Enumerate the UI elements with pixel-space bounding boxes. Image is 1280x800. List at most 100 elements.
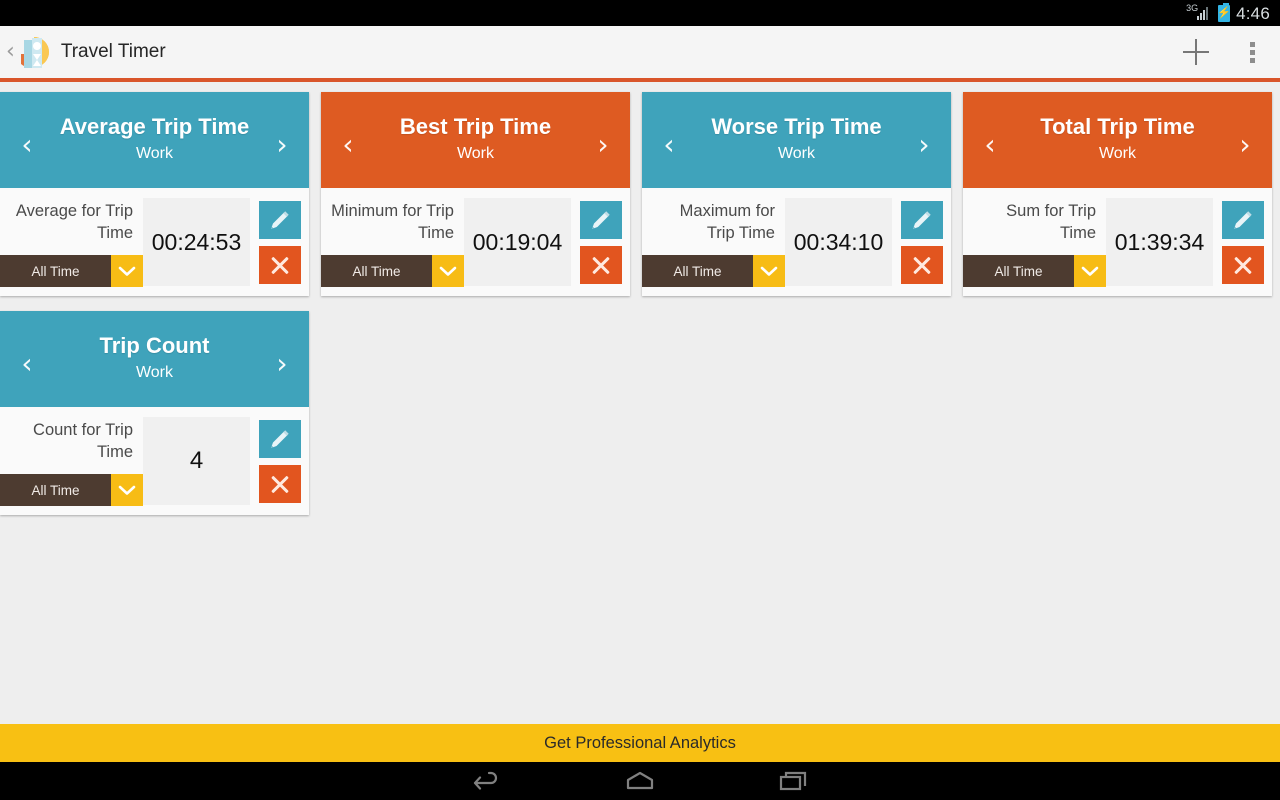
add-counter-button[interactable] — [1168, 26, 1224, 78]
card-title: Worse Trip Time — [711, 113, 882, 139]
pencil-icon — [913, 210, 931, 229]
delete-button[interactable] — [901, 245, 943, 284]
nav-back-icon[interactable] — [469, 769, 503, 798]
chevron-right-icon[interactable]: › — [590, 120, 616, 170]
card-left-column: Count for Trip Time All Time — [0, 407, 143, 515]
card-left-column: Minimum for Trip Time All Time — [321, 188, 464, 296]
edit-button[interactable] — [259, 419, 301, 458]
time-range-dropdown[interactable]: All Time — [642, 255, 785, 287]
close-x-icon — [1232, 254, 1254, 276]
edit-button[interactable] — [259, 200, 301, 239]
chevron-right-icon[interactable]: › — [269, 339, 295, 389]
counter-card[interactable]: ‹ Best Trip Time Work › Minimum for Trip… — [321, 92, 630, 296]
delete-button[interactable] — [259, 245, 301, 284]
counter-card[interactable]: ‹ Average Trip Time Work › Average for T… — [0, 92, 309, 296]
page-title: Travel Timer — [60, 41, 166, 62]
metric-value: 4 — [143, 417, 250, 505]
metric-value: 00:19:04 — [464, 198, 571, 286]
edit-button[interactable] — [1222, 200, 1264, 239]
metric-label: Maximum for Trip Time — [679, 202, 775, 242]
time-range-dropdown[interactable]: All Time — [0, 255, 143, 287]
android-status-bar: 3G ⚡ 4:46 — [0, 0, 1280, 26]
pencil-icon — [271, 210, 289, 229]
card-body: Sum for Trip Time All Time 01:39:34 — [963, 188, 1272, 296]
card-actions — [895, 188, 951, 296]
card-left-column: Sum for Trip Time All Time — [963, 188, 1106, 296]
card-subtitle: Work — [777, 144, 816, 162]
counter-card[interactable]: ‹ Trip Count Work › Count for Trip Time … — [0, 311, 309, 515]
chevron-down-icon — [111, 474, 143, 506]
overflow-menu-icon — [1249, 41, 1255, 63]
pencil-icon — [1234, 210, 1252, 229]
status-bar-clock: 4:46 — [1236, 3, 1270, 23]
signal-bars-icon: 3G — [1186, 4, 1212, 22]
metric-value: 00:24:53 — [143, 198, 250, 286]
time-range-value: All Time — [642, 255, 753, 287]
travel-timer-logo-icon[interactable] — [17, 34, 51, 70]
metric-label: Sum for Trip Time — [1006, 202, 1096, 242]
delete-button[interactable] — [580, 245, 622, 284]
chevron-left-icon[interactable]: ‹ — [14, 339, 40, 389]
chevron-right-icon[interactable]: › — [1232, 120, 1258, 170]
counter-card[interactable]: ‹ Total Trip Time Work › Sum for Trip Ti… — [963, 92, 1272, 296]
card-left-column: Maximum for Trip Time All Time — [642, 188, 785, 296]
card-subtitle: Work — [456, 144, 495, 162]
back-chevron-icon[interactable]: ‹ — [0, 41, 17, 63]
card-subtitle: Work — [1098, 144, 1137, 162]
edit-button[interactable] — [901, 200, 943, 239]
card-subtitle: Work — [135, 363, 174, 381]
promo-banner[interactable]: Get Professional Analytics — [0, 724, 1280, 762]
time-range-value: All Time — [321, 255, 432, 287]
nav-home-icon[interactable] — [623, 769, 657, 798]
card-header: ‹ Best Trip Time Work › — [321, 92, 630, 188]
card-subtitle: Work — [135, 144, 174, 162]
overflow-menu-button[interactable] — [1224, 26, 1280, 78]
chevron-left-icon[interactable]: ‹ — [656, 120, 682, 170]
card-body: Maximum for Trip Time All Time 00:34:10 — [642, 188, 951, 296]
pencil-icon — [271, 429, 289, 448]
action-bar-actions — [1168, 26, 1280, 78]
card-body: Count for Trip Time All Time 4 — [0, 407, 309, 515]
battery-charging-icon: ⚡ — [1217, 2, 1231, 22]
chevron-down-icon — [111, 255, 143, 287]
chevron-left-icon[interactable]: ‹ — [335, 120, 361, 170]
time-range-value: All Time — [0, 255, 111, 287]
counter-card[interactable]: ‹ Worse Trip Time Work › Maximum for Tri… — [642, 92, 951, 296]
signal-strength-bars — [1197, 7, 1212, 20]
card-header: ‹ Average Trip Time Work › — [0, 92, 309, 188]
chevron-down-icon — [753, 255, 785, 287]
delete-button[interactable] — [259, 464, 301, 503]
delete-button[interactable] — [1222, 245, 1264, 284]
time-range-value: All Time — [0, 474, 111, 506]
close-x-icon — [590, 254, 612, 276]
card-actions — [1216, 188, 1272, 296]
card-header: ‹ Trip Count Work › — [0, 311, 309, 407]
promo-banner-label: Get Professional Analytics — [544, 733, 736, 752]
time-range-value: All Time — [963, 255, 1074, 287]
metric-label: Count for Trip Time — [33, 421, 133, 461]
metric-value: 01:39:34 — [1106, 198, 1213, 286]
metric-label: Minimum for Trip Time — [331, 202, 454, 242]
chevron-right-icon[interactable]: › — [911, 120, 937, 170]
counter-grid-area: ‹ Average Trip Time Work › Average for T… — [0, 82, 1280, 724]
close-x-icon — [269, 254, 291, 276]
card-actions — [574, 188, 630, 296]
card-body: Minimum for Trip Time All Time 00:19:04 — [321, 188, 630, 296]
edit-button[interactable] — [580, 200, 622, 239]
time-range-dropdown[interactable]: All Time — [963, 255, 1106, 287]
chevron-left-icon[interactable]: ‹ — [977, 120, 1003, 170]
card-header: ‹ Worse Trip Time Work › — [642, 92, 951, 188]
card-actions — [253, 407, 309, 515]
card-body: Average for Trip Time All Time 00:24:53 — [0, 188, 309, 296]
pencil-icon — [592, 210, 610, 229]
chevron-down-icon — [1074, 255, 1106, 287]
time-range-dropdown[interactable]: All Time — [0, 474, 143, 506]
plus-icon — [1183, 39, 1209, 65]
nav-recents-icon[interactable] — [777, 769, 811, 798]
card-actions — [253, 188, 309, 296]
chevron-right-icon[interactable]: › — [269, 120, 295, 170]
chevron-left-icon[interactable]: ‹ — [14, 120, 40, 170]
close-x-icon — [269, 473, 291, 495]
close-x-icon — [911, 254, 933, 276]
time-range-dropdown[interactable]: All Time — [321, 255, 464, 287]
